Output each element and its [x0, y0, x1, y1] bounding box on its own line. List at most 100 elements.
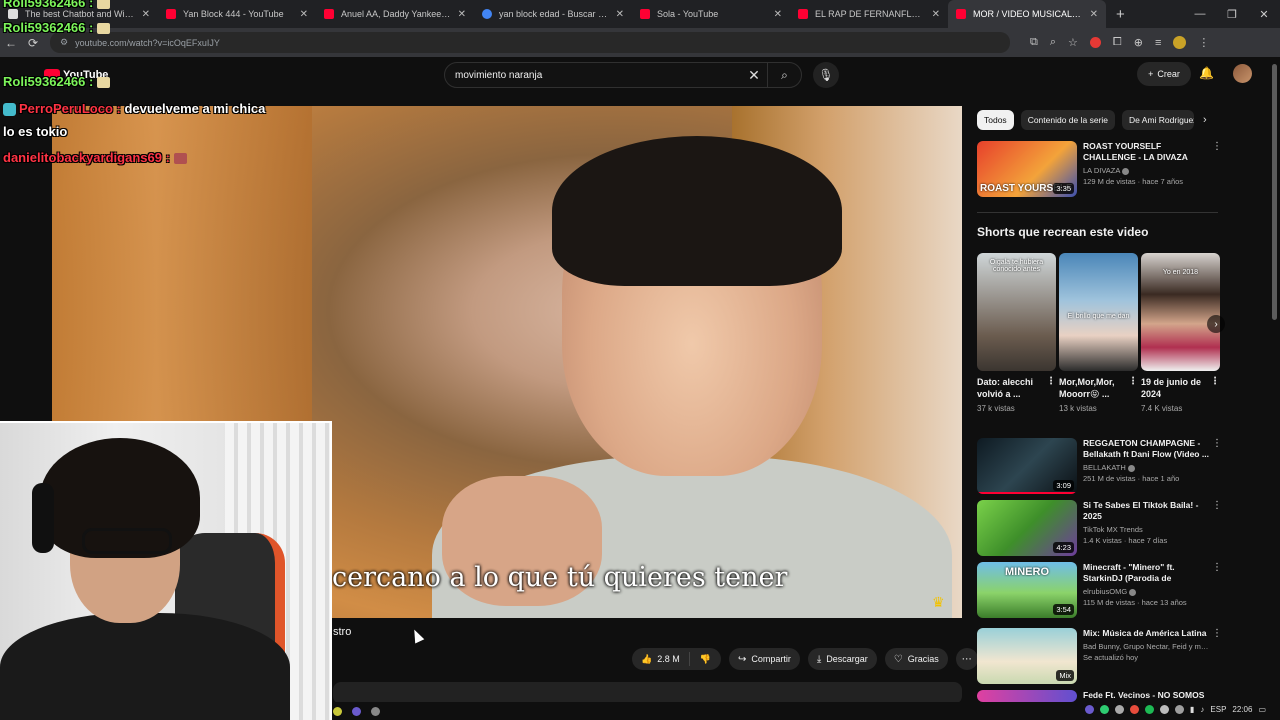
more-options-icon[interactable]: ⋮ [1128, 376, 1138, 388]
video-title: ROAST YOURSELF CHALLENGE - LA DIVAZA [1083, 141, 1188, 162]
notifications-bell-icon[interactable]: 🔔 [1199, 66, 1214, 80]
like-button[interactable]: 👍 2.8 M [632, 652, 690, 666]
browser-tab[interactable]: Anuel AA, Daddy Yankee, Karol✕ [316, 0, 474, 28]
restore-icon[interactable]: ❐ [1216, 0, 1248, 28]
profile-sync-icon[interactable]: ⊕ [1134, 36, 1143, 49]
more-options-icon[interactable]: ⋮ [1212, 438, 1222, 449]
recommended-video[interactable]: ROAST YOURSELF 3:35 ROAST YOURSELF CHALL… [977, 141, 1222, 197]
site-info-icon[interactable]: ⚙ [60, 37, 68, 48]
recommended-video[interactable]: 3:09 REGGAETON CHAMPAGNE - Bellakath ft … [977, 438, 1222, 494]
short-item[interactable]: El brillo que me dan Mor,Mor,Mor, Mooorr… [1059, 253, 1138, 413]
create-button[interactable]: + Crear [1137, 62, 1191, 86]
close-tab-icon[interactable]: ✕ [1090, 9, 1098, 20]
taskbar-app-icon[interactable] [371, 706, 380, 716]
youtube-favicon-icon [166, 9, 176, 19]
recommended-video[interactable]: Fede Ft. Vecinos - NO SOMOS [977, 690, 1222, 702]
video-title: REGGAETON CHAMPAGNE - Bellakath ft Dani … [1083, 438, 1209, 459]
microphone-icon[interactable]: 🎙 [813, 62, 839, 88]
short-thumbnail[interactable]: Oigala te hubiera conocido antes [977, 253, 1056, 371]
tray-icon[interactable] [1159, 705, 1169, 714]
extensions-icon[interactable]: ⧠ [1113, 36, 1122, 49]
dislike-button[interactable]: 👎 [690, 654, 721, 665]
more-options-icon[interactable]: ⋮ [1210, 376, 1220, 388]
close-tab-icon[interactable]: ✕ [774, 9, 782, 20]
close-tab-icon[interactable]: ✕ [142, 9, 150, 20]
tray-icon[interactable] [1129, 705, 1139, 714]
minimize-icon[interactable]: — [1184, 0, 1216, 28]
more-options-icon[interactable]: ⋮ [1212, 500, 1222, 511]
page-scrollbar[interactable] [1272, 64, 1277, 320]
chip-series[interactable]: Contenido de la serie [1020, 110, 1116, 130]
search-icon[interactable]: ⌕ [767, 62, 801, 88]
video-thumbnail[interactable] [977, 690, 1077, 702]
clear-search-icon[interactable]: ✕ [741, 67, 767, 84]
chip-channel[interactable]: De Ami Rodriguez [1122, 110, 1195, 130]
browser-menu-icon[interactable]: ⋮ [1198, 36, 1209, 49]
os-taskbar: ▮ ♪ ESP 22:06 ▭ [333, 702, 1280, 720]
description-box[interactable] [333, 682, 962, 704]
shorts-heading: Shorts que recrean este video [977, 225, 1149, 239]
short-item[interactable]: Yo en 2018 19 de junio de 2024 ⋮ 7.4 K vi… [1141, 253, 1220, 413]
video-thumbnail[interactable]: Mix [977, 628, 1077, 684]
video-thumbnail[interactable]: MINERO 3:54 [977, 562, 1077, 618]
share-button[interactable]: ↪ Compartir [728, 648, 800, 670]
more-options-icon[interactable]: ⋮ [1212, 141, 1222, 152]
url-field[interactable]: ⚙ youtube.com/watch?v=icOqEFxuIJY [50, 32, 1010, 53]
browser-profile-avatar[interactable] [1173, 36, 1187, 49]
chat-message: lo es tokio [3, 124, 68, 139]
zoom-icon[interactable]: ⌕ [1050, 36, 1056, 49]
more-options-icon[interactable]: ⋮ [1046, 376, 1056, 388]
tray-play-icon[interactable] [1099, 705, 1109, 714]
close-tab-icon[interactable]: ✕ [616, 9, 624, 20]
thanks-button[interactable]: ♡ Gracias [884, 648, 948, 670]
tray-icon[interactable] [1174, 705, 1184, 714]
tray-spotify-icon[interactable] [1144, 705, 1154, 714]
close-tab-icon[interactable]: ✕ [458, 9, 466, 20]
browser-tab-active[interactable]: MOR / VIDEO MUSICAL - AMI✕ [948, 0, 1106, 28]
video-title: stro [333, 626, 352, 638]
tray-wifi-icon[interactable]: ▮ [1190, 705, 1194, 714]
search-input[interactable] [445, 69, 741, 81]
reading-list-icon[interactable]: ≡ [1155, 37, 1161, 49]
chip-all[interactable]: Todos [977, 110, 1014, 130]
bookmark-star-icon[interactable]: ☆ [1068, 36, 1078, 49]
chat-message: Roli59362466 : [3, 0, 111, 10]
recommended-mix[interactable]: Mix Mix: Música de América Latina Bad Bu… [977, 628, 1222, 684]
close-window-icon[interactable]: ✕ [1248, 0, 1280, 28]
notification-center-icon[interactable]: ▭ [1258, 705, 1266, 714]
short-thumbnail[interactable]: El brillo que me dan [1059, 253, 1138, 371]
reload-icon[interactable]: ⟳ [22, 36, 44, 50]
back-icon[interactable]: ← [0, 36, 22, 50]
browser-tab[interactable]: Yan Block 444 - YouTube ✕ [158, 0, 316, 28]
taskbar-app-icon[interactable] [333, 706, 342, 716]
new-tab-icon[interactable]: + [1106, 6, 1125, 23]
install-app-icon[interactable]: ⧉ [1030, 36, 1038, 49]
more-actions-icon[interactable]: ⋯ [955, 648, 978, 670]
taskbar-clock[interactable]: 22:06 [1232, 705, 1252, 714]
recommended-video[interactable]: 4:23 Si Te Sabes El Tiktok Baila! - 2025… [977, 500, 1222, 556]
download-button[interactable]: ⤓ Descargar [807, 648, 877, 670]
close-tab-icon[interactable]: ✕ [300, 9, 308, 20]
browser-tab[interactable]: yan block edad - Buscar con Google✕ [474, 0, 632, 28]
tray-discord-icon[interactable] [1084, 705, 1094, 714]
extension-red-icon[interactable] [1089, 37, 1101, 48]
video-thumbnail[interactable]: ROAST YOURSELF 3:35 [977, 141, 1077, 197]
browser-tab[interactable]: Sola - YouTube ✕ [632, 0, 790, 28]
shorts-next-icon[interactable]: › [1207, 315, 1225, 333]
close-tab-icon[interactable]: ✕ [932, 9, 940, 20]
account-avatar[interactable] [1233, 64, 1252, 83]
tray-volume-icon[interactable]: ♪ [1200, 705, 1204, 714]
browser-tab[interactable]: EL RAP DE FERNANFLOO !! - YouTube✕ [790, 0, 948, 28]
tray-icon[interactable] [1114, 705, 1124, 714]
more-options-icon[interactable]: ⋮ [1212, 628, 1222, 639]
recommended-video[interactable]: MINERO 3:54 Minecraft - "Minero" ft. Sta… [977, 562, 1222, 618]
more-options-icon[interactable]: ⋮ [1212, 562, 1222, 573]
taskbar-language[interactable]: ESP [1210, 705, 1226, 714]
video-thumbnail[interactable]: 4:23 [977, 500, 1077, 556]
chat-message: danielitobackyardigans69 : [3, 150, 187, 165]
short-item[interactable]: Oigala te hubiera conocido antes Dato: a… [977, 253, 1056, 413]
taskbar-app-icon[interactable] [352, 706, 361, 716]
chevron-right-icon[interactable]: › [1201, 114, 1207, 126]
short-thumbnail[interactable]: Yo en 2018 [1141, 253, 1220, 371]
video-thumbnail[interactable]: 3:09 [977, 438, 1077, 494]
